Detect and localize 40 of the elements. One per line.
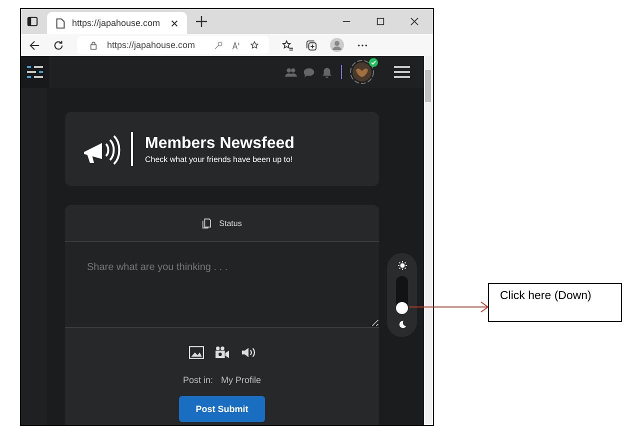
address-bar[interactable]: https://japahouse.com bbox=[77, 36, 269, 54]
scrollbar-thumb[interactable] bbox=[425, 70, 431, 102]
tabs-icon[interactable] bbox=[27, 16, 38, 27]
banner-subtitle: Check what your friends have been up to! bbox=[145, 154, 294, 164]
banner-title: Members Newsfeed bbox=[145, 134, 294, 152]
online-check-icon bbox=[369, 58, 378, 67]
close-icon[interactable] bbox=[170, 18, 179, 28]
document-icon bbox=[202, 218, 212, 228]
speaker-icon[interactable] bbox=[240, 346, 256, 359]
friends-icon[interactable] bbox=[285, 66, 297, 78]
refresh-icon[interactable] bbox=[53, 40, 64, 50]
theme-toggle[interactable] bbox=[387, 253, 417, 337]
collections-icon[interactable] bbox=[306, 40, 317, 50]
menu-icon bbox=[27, 66, 43, 78]
callout-box: Click here (Down) bbox=[488, 283, 622, 322]
maximize-icon[interactable] bbox=[376, 17, 385, 26]
avatar[interactable] bbox=[350, 60, 374, 84]
bell-icon[interactable] bbox=[321, 66, 333, 78]
favorites-icon[interactable] bbox=[282, 40, 293, 50]
browser-tab[interactable]: https://japahouse.com bbox=[47, 12, 187, 34]
hamburger-menu-icon[interactable] bbox=[394, 66, 410, 78]
post-in-select[interactable]: My Profile bbox=[221, 375, 262, 385]
image-icon[interactable] bbox=[188, 346, 204, 359]
chat-icon[interactable] bbox=[303, 66, 315, 78]
moon-icon bbox=[398, 320, 406, 329]
lock-icon bbox=[89, 40, 98, 50]
sidebar-toggle[interactable] bbox=[21, 56, 49, 88]
toggle-thumb[interactable] bbox=[396, 302, 408, 314]
video-camera-icon[interactable] bbox=[214, 346, 230, 359]
back-icon[interactable] bbox=[29, 40, 40, 50]
profile-icon[interactable] bbox=[330, 38, 344, 52]
new-tab-icon[interactable] bbox=[196, 16, 207, 27]
sun-icon bbox=[398, 261, 406, 270]
post-submit-button[interactable]: Post Submit bbox=[179, 396, 265, 422]
status-input[interactable]: Share what are you thinking . . . bbox=[65, 242, 379, 328]
post-in-label: Post in: bbox=[182, 375, 213, 385]
close-icon[interactable] bbox=[410, 17, 419, 26]
read-aloud-icon[interactable] bbox=[232, 40, 241, 50]
status-tab[interactable]: Status bbox=[202, 218, 242, 228]
page-icon bbox=[55, 18, 66, 28]
